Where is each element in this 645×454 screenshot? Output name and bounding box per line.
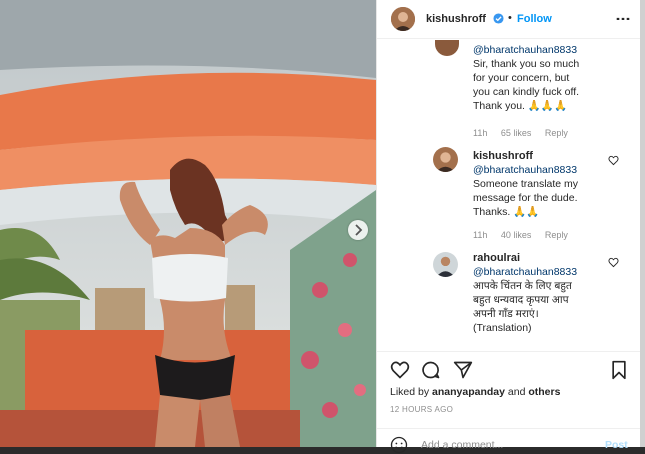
post-comment-button[interactable]: Post bbox=[605, 439, 628, 451]
comment-3-line-4: (Translation) bbox=[473, 322, 532, 334]
comment-3-avatar[interactable] bbox=[433, 252, 458, 277]
header-bullet: • bbox=[508, 12, 512, 24]
comment-3-line-3: अपनी गाँड मराएं। bbox=[473, 308, 539, 320]
add-comment-divider bbox=[377, 428, 645, 429]
page-scrollbar[interactable] bbox=[640, 0, 645, 447]
liked-by-user[interactable]: ananyapanday bbox=[432, 386, 505, 398]
post-header: kishushroff • Follow ⋮ bbox=[377, 0, 645, 39]
comment-3-line-2: बहुत धन्यवाद कृपया आप bbox=[473, 294, 569, 306]
liked-by-others[interactable]: others bbox=[528, 386, 560, 398]
verified-badge-icon bbox=[493, 13, 504, 24]
comment-1-mention[interactable]: @bharatchauhan8833 bbox=[473, 43, 623, 57]
more-options-button[interactable]: ⋮ bbox=[615, 12, 633, 27]
avatar-image bbox=[433, 147, 458, 172]
author-avatar[interactable] bbox=[391, 7, 415, 31]
comment-2-time[interactable]: 11h bbox=[473, 230, 487, 240]
comment-3-line-1: आपके चिंतन के लिए बहुत bbox=[473, 280, 572, 292]
comment-3-username[interactable]: rahoulrai bbox=[473, 251, 623, 265]
comment-1-reply[interactable]: Reply bbox=[545, 128, 568, 138]
comment-1-line-2: for your concern, but bbox=[473, 72, 570, 84]
avatar-image bbox=[433, 252, 458, 277]
comment-3-like-heart-icon[interactable] bbox=[608, 257, 619, 268]
post-side-panel: kishushroff • Follow ⋮ @bharatchauhan883… bbox=[376, 0, 645, 454]
comment-1-avatar[interactable] bbox=[435, 40, 459, 56]
follow-button[interactable]: Follow bbox=[517, 13, 552, 25]
comment-3-mention[interactable]: @bharatchauhan8833 bbox=[473, 265, 623, 279]
comment-1-time[interactable]: 11h bbox=[473, 128, 487, 138]
save-bookmark-icon[interactable] bbox=[610, 360, 628, 380]
add-comment-input[interactable]: Add a comment... bbox=[421, 439, 503, 451]
comment-2-likes[interactable]: 40 likes bbox=[501, 230, 532, 240]
comment-2-avatar[interactable] bbox=[433, 147, 458, 172]
liked-by-prefix: Liked by bbox=[390, 386, 430, 398]
comment-bubble-icon[interactable] bbox=[421, 360, 441, 380]
liked-by-and: and bbox=[507, 386, 526, 398]
author-username[interactable]: kishushroff bbox=[426, 13, 486, 25]
comment-1-line-1: Sir, thank you so much bbox=[473, 58, 580, 70]
post-photo-illustration bbox=[0, 0, 376, 447]
share-paper-plane-icon[interactable] bbox=[453, 360, 473, 380]
comment-1-likes[interactable]: 65 likes bbox=[501, 128, 532, 138]
instagram-post-frame: kishushroff • Follow ⋮ @bharatchauhan883… bbox=[0, 0, 645, 454]
post-timestamp[interactable]: 12 HOURS AGO bbox=[390, 405, 453, 414]
next-photo-button[interactable] bbox=[348, 220, 368, 240]
comment-2-line-1: Someone translate my bbox=[473, 178, 579, 190]
comment-1-line-4: Thank you. 🙏🙏🙏 bbox=[473, 100, 568, 112]
comment-2-line-3: Thanks. 🙏🙏 bbox=[473, 206, 540, 218]
comment-2-line-2: message for the dude. bbox=[473, 192, 578, 204]
like-heart-icon[interactable] bbox=[390, 360, 410, 380]
chevron-right-icon bbox=[355, 224, 363, 236]
liked-by-line: Liked by ananyapanday and others bbox=[390, 386, 560, 398]
avatar-image bbox=[391, 7, 415, 31]
emoji-smiley-icon[interactable] bbox=[390, 436, 408, 454]
post-photo[interactable] bbox=[0, 0, 376, 447]
comment-1-line-3: you can kindly fuck off. bbox=[473, 86, 580, 98]
comment-2-username[interactable]: kishushroff bbox=[473, 149, 623, 163]
comment-2-mention[interactable]: @bharatchauhan8833 bbox=[473, 163, 623, 177]
comment-2-like-heart-icon[interactable] bbox=[608, 155, 619, 166]
post-actions-bar: Liked by ananyapanday and others 12 HOUR… bbox=[377, 351, 645, 454]
comment-2-reply[interactable]: Reply bbox=[545, 230, 568, 240]
